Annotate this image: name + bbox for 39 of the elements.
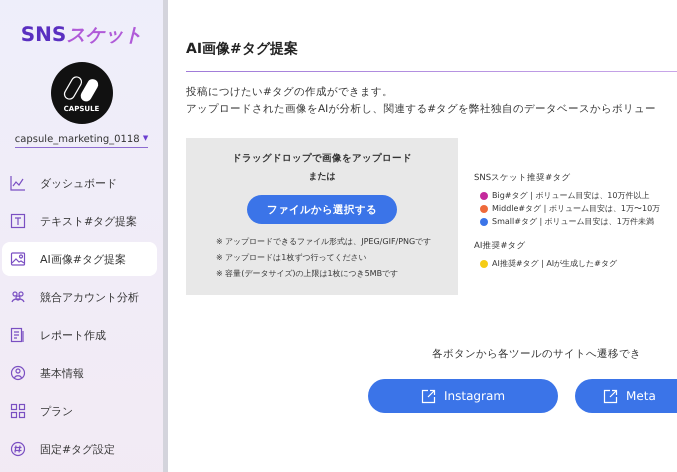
upload-heading: ドラッグドロップで画像をアップロード: [232, 152, 412, 165]
legend-title: SNSスケット推奨#タグ: [474, 172, 572, 184]
grid-icon: [10, 403, 26, 419]
menu-item[interactable]: テキスト#タグ提案: [2, 204, 157, 238]
description-text: アップロードされた画像をAIが分析し、関連する#タグを弊社独自のデータベースからボリュー: [186, 102, 658, 117]
links-note: 各ボタンから各ツールのサイトへ遷移でき: [431, 347, 642, 361]
description-text: 投稿につけたい#タグの作成ができます。: [186, 85, 394, 100]
image-icon: [10, 251, 26, 267]
user-icon: [10, 365, 26, 381]
external-link-icon: [603, 388, 618, 404]
file-select-button[interactable]: ファイルから選択する: [247, 195, 397, 224]
chart-icon: [10, 175, 26, 191]
report-icon: [10, 327, 26, 343]
external-link-button[interactable]: Meta: [575, 379, 677, 413]
upload-area[interactable]: ドラッグドロップで画像をアップロード または ファイルから選択する ※ アップロードできるファイル形式は、JPEG/GIF/PNGです ※ アップロードは1枚ずつ行ってください ※ 容量(データサイズ)の上限は1枚につき5MBです: [186, 138, 458, 295]
scrollbar[interactable]: [163, 0, 168, 472]
people-icon: [10, 289, 26, 305]
menu-item[interactable]: ダッシュボード: [2, 166, 157, 200]
menu-item[interactable]: レポート作成: [2, 318, 157, 352]
external-link-icon: [420, 388, 436, 404]
upload-note: ※ アップロードは1枚ずつ行ってください: [216, 252, 368, 264]
external-link-button[interactable]: Instagram: [368, 379, 558, 413]
or-text: または: [308, 171, 336, 183]
logo: SNSスケット: [20, 22, 142, 48]
page-title: AI画像#タグ提案: [186, 40, 299, 58]
menu-item[interactable]: プラン: [2, 394, 157, 428]
upload-note: ※ アップロードできるファイル形式は、JPEG/GIF/PNGです: [216, 236, 432, 248]
legend-label: AI推奨#タグ | AIが生成した#タグ: [492, 258, 617, 269]
legend-label: Small#タグ | ボリューム目安は、1万件未満: [492, 216, 654, 227]
menu-item[interactable]: 基本情報: [2, 356, 157, 390]
legend-title: AI推奨#タグ: [474, 240, 526, 252]
legend-label: Middle#タグ | ボリューム目安は、1万〜10万: [492, 203, 660, 214]
hashtag-icon: [10, 441, 26, 457]
menu-item[interactable]: AI画像#タグ提案: [2, 242, 157, 276]
menu-item[interactable]: 固定#タグ設定: [2, 432, 157, 466]
menu-item[interactable]: 競合アカウント分析: [2, 280, 157, 314]
legend-label: Big#タグ | ボリューム目安は、10万件以上: [492, 190, 650, 201]
text-icon: [10, 213, 26, 229]
upload-note: ※ 容量(データサイズ)の上限は1枚につき5MBです: [216, 268, 400, 280]
